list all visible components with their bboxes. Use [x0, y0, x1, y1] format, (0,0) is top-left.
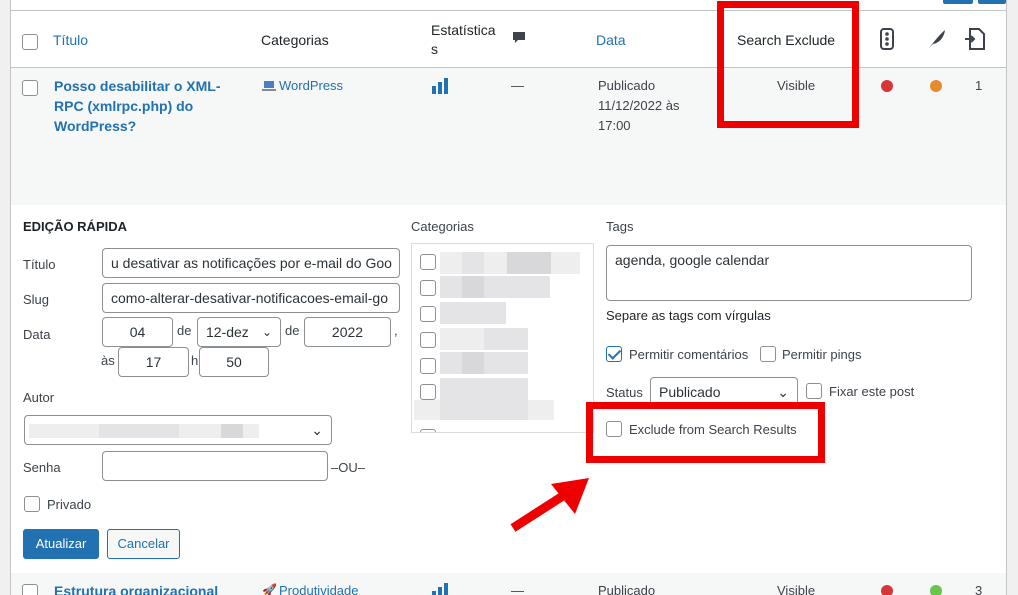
readability-status-dot — [930, 80, 942, 92]
minute-field[interactable]: 50 — [199, 347, 269, 377]
feather-icon — [926, 28, 948, 53]
sticky-label: Fixar este post — [829, 384, 915, 399]
pagination-button[interactable] — [978, 0, 1006, 4]
chevron-down-icon: ⌄ — [311, 422, 323, 438]
comments-count: — — [511, 583, 524, 595]
time-separator: h — [191, 353, 199, 368]
pagination-button[interactable] — [943, 0, 973, 4]
chevron-down-icon: ⌄ — [261, 325, 272, 339]
day-field[interactable]: 04 — [102, 317, 173, 347]
tags-textarea[interactable]: agenda, google calendar — [606, 245, 972, 301]
date-separator: , — [394, 323, 398, 338]
column-title-header[interactable]: Título — [53, 32, 88, 48]
bar-chart-icon[interactable] — [432, 583, 450, 595]
column-stats-header-wrap: s — [431, 41, 438, 57]
highlight-exclude-checkbox — [586, 402, 825, 463]
comments-count: — — [511, 78, 524, 93]
category-checkbox[interactable] — [420, 429, 436, 432]
slug-field-label: Slug — [23, 292, 50, 307]
allow-pings-label: Permitir pings — [782, 347, 862, 362]
sticky-checkbox[interactable] — [806, 383, 822, 399]
status-label: Status — [606, 385, 643, 400]
seo-status-dot — [881, 80, 893, 92]
laptop-icon — [262, 80, 276, 95]
seo-status-dot — [881, 585, 893, 595]
date-separator: de — [177, 323, 192, 338]
password-label: Senha — [23, 460, 61, 475]
update-button[interactable]: Atualizar — [23, 529, 99, 559]
column-categories-header: Categorias — [261, 32, 329, 48]
post-status: Publicado — [598, 583, 656, 595]
post-date: 11/12/2022 às — [598, 98, 680, 113]
tags-label: Tags — [606, 219, 634, 234]
category-checkbox[interactable] — [420, 332, 436, 348]
or-label: –OU– — [331, 460, 365, 475]
row-checkbox[interactable] — [22, 80, 38, 96]
comment-bubble-icon — [511, 30, 527, 49]
post-title-link[interactable]: Posso desabilitar o XML- RPC (xmlrpc.php… — [54, 76, 234, 136]
categories-checklist[interactable] — [411, 243, 594, 433]
red-arrow-icon — [510, 478, 589, 532]
column-date-header[interactable]: Data — [596, 32, 626, 48]
category-checkbox[interactable] — [420, 358, 436, 374]
category-checkbox[interactable] — [420, 306, 436, 322]
category-link[interactable]: WordPress — [279, 78, 343, 93]
table-row: Estrutura organizacional 🚀 Produtividade… — [11, 573, 1006, 595]
hour-field[interactable]: 17 — [118, 347, 189, 377]
readability-status-dot — [930, 585, 942, 595]
allow-comments-checkbox[interactable] — [606, 346, 622, 362]
slug-field[interactable]: como-alterar-desativar-notificacoes-emai… — [102, 283, 400, 313]
select-all-checkbox[interactable] — [22, 34, 38, 50]
bar-chart-icon[interactable] — [432, 78, 450, 97]
category-link[interactable]: Produtividade — [279, 583, 359, 595]
post-title-link[interactable]: Estrutura organizacional — [54, 581, 218, 595]
private-label: Privado — [47, 497, 92, 512]
column-stats-header: Estatística — [431, 22, 496, 38]
title-field[interactable]: u desativar as notificações por e-mail d… — [102, 248, 400, 278]
category-checkbox[interactable] — [420, 280, 436, 296]
categories-label: Categorias — [411, 219, 474, 234]
post-time: 17:00 — [598, 118, 631, 133]
private-checkbox[interactable] — [24, 496, 40, 512]
cancel-button[interactable]: Cancelar — [107, 529, 180, 559]
tags-hint: Separe as tags com vírgulas — [606, 308, 771, 323]
date-separator: de — [285, 323, 300, 338]
post-status: Publicado — [598, 78, 656, 93]
highlight-search-exclude-column — [717, 1, 859, 128]
month-select[interactable]: 12-dez ⌄ — [197, 317, 281, 347]
date-field-label: Data — [23, 327, 51, 342]
link-export-icon — [964, 27, 986, 54]
row-checkbox[interactable] — [22, 584, 38, 595]
time-separator: às — [101, 353, 115, 368]
link-count: 1 — [975, 78, 983, 93]
traffic-light-icon — [878, 28, 896, 53]
title-field-label: Título — [23, 257, 56, 272]
category-checkbox[interactable] — [420, 254, 436, 270]
year-field[interactable]: 2022 — [304, 317, 391, 347]
author-select[interactable]: ⌄ — [24, 415, 332, 445]
search-exclude-status: Visible — [777, 583, 816, 595]
author-label: Autor — [23, 390, 55, 405]
link-count: 3 — [975, 583, 983, 595]
allow-pings-checkbox[interactable] — [760, 346, 776, 362]
rocket-icon: 🚀 — [262, 583, 277, 595]
allow-comments-label: Permitir comentários — [629, 347, 749, 362]
category-checkbox[interactable] — [420, 384, 436, 400]
quick-edit-heading: EDIÇÃO RÁPIDA — [23, 219, 128, 234]
password-field[interactable] — [102, 451, 328, 481]
